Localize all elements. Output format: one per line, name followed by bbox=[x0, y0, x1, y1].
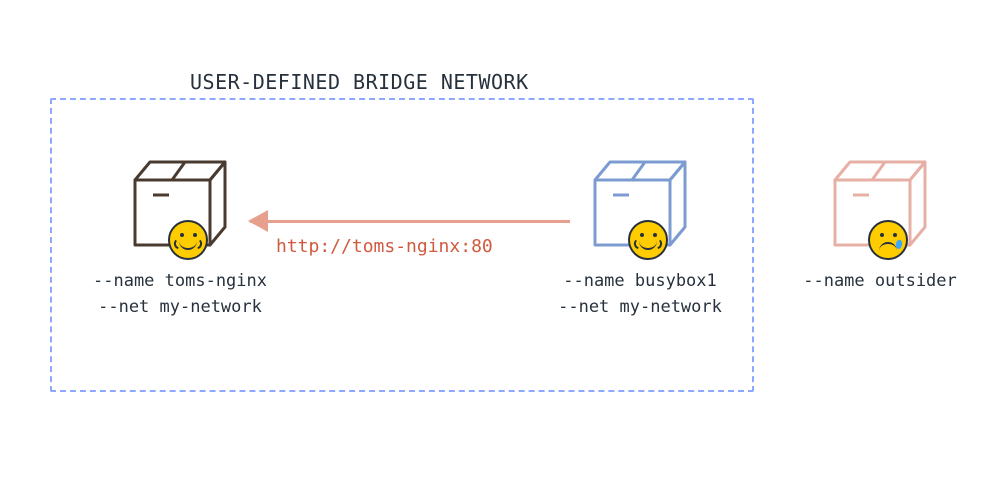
happy-face-icon bbox=[168, 220, 208, 260]
tear-icon bbox=[895, 240, 902, 250]
container-name-label: --name outsider bbox=[790, 268, 970, 294]
container-toms-nginx: --name toms-nginx --net my-network bbox=[90, 150, 270, 321]
network-title: USER-DEFINED BRIDGE NETWORK bbox=[190, 70, 529, 94]
container-net-label: --net my-network bbox=[550, 294, 730, 320]
container-name-label: --name toms-nginx bbox=[90, 268, 270, 294]
container-outsider: --name outsider bbox=[790, 150, 970, 294]
arrow-url-label: http://toms-nginx:80 bbox=[276, 236, 493, 257]
diagram-canvas: USER-DEFINED BRIDGE NETWORK http://toms-… bbox=[0, 0, 1000, 500]
happy-face-icon bbox=[628, 220, 668, 260]
request-arrow bbox=[250, 206, 570, 236]
container-name-label: --name busybox1 bbox=[550, 268, 730, 294]
container-busybox1: --name busybox1 --net my-network bbox=[550, 150, 730, 321]
sad-face-icon bbox=[868, 220, 908, 260]
container-net-label: --net my-network bbox=[90, 294, 270, 320]
arrow-line bbox=[250, 220, 570, 223]
